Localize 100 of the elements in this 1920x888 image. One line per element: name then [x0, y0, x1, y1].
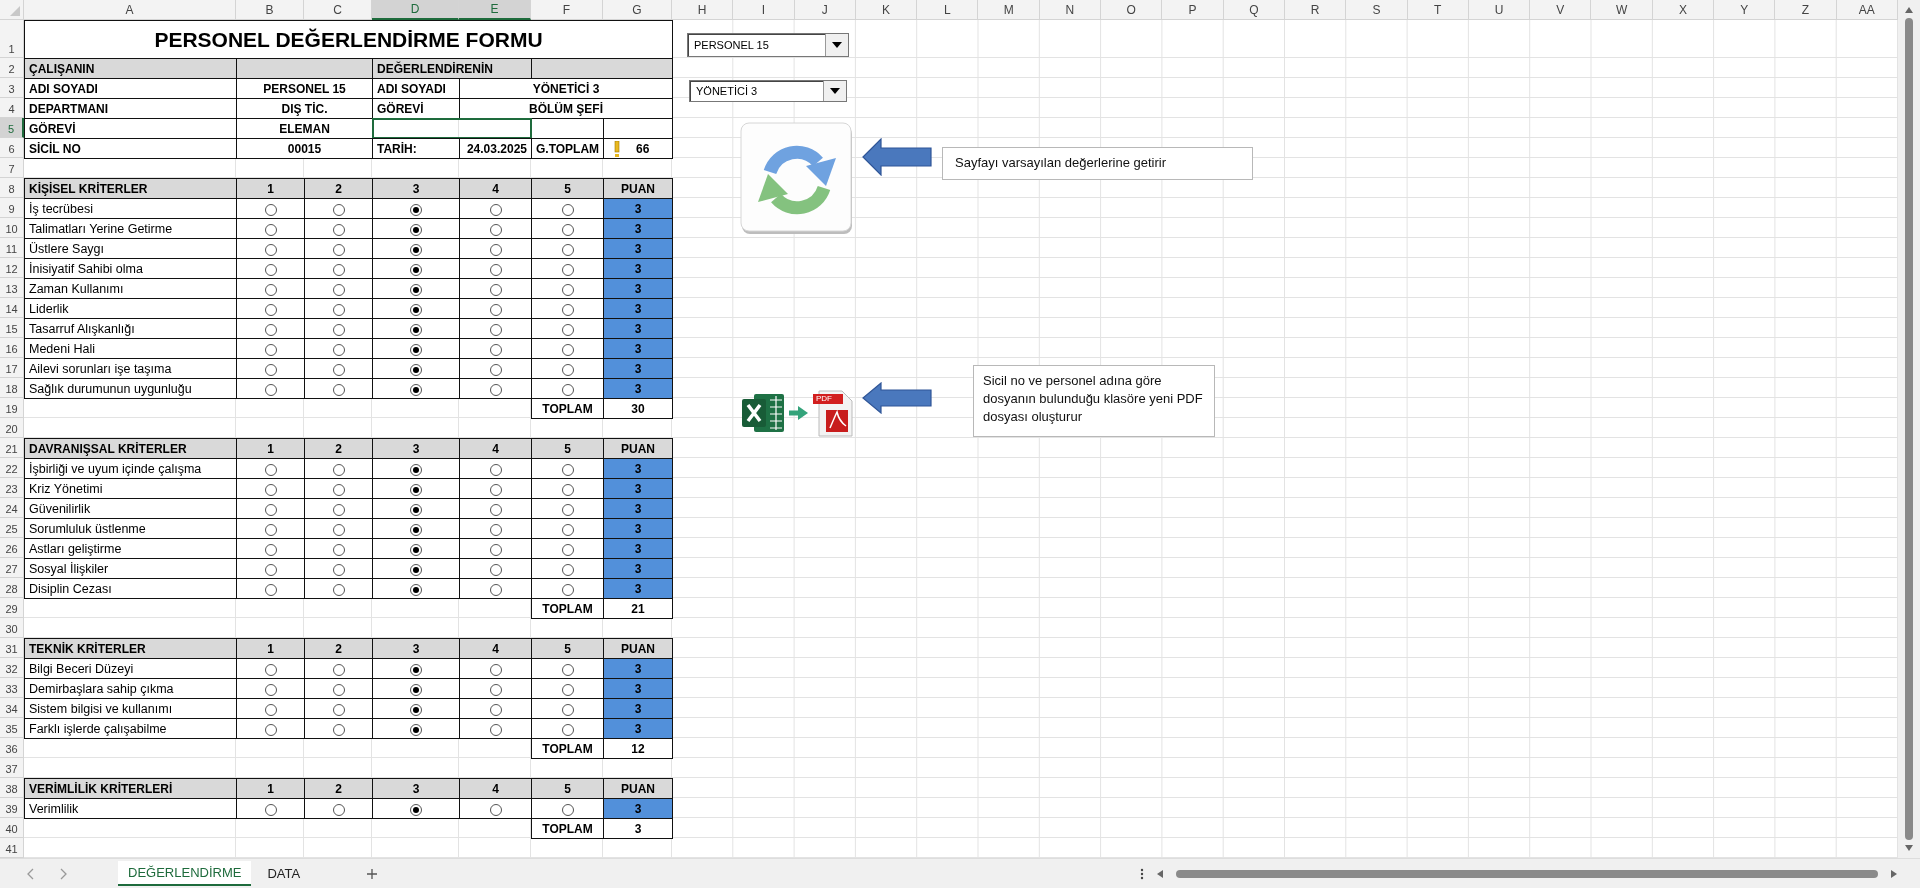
scroll-down-icon[interactable]: [1904, 844, 1914, 852]
radio-button[interactable]: [410, 363, 422, 376]
radio-button[interactable]: [332, 383, 345, 396]
radio-button[interactable]: [332, 563, 345, 576]
radio-button[interactable]: [264, 323, 277, 336]
radio-button[interactable]: [410, 523, 422, 536]
row-header[interactable]: 33: [0, 678, 24, 698]
row-header[interactable]: 20: [0, 418, 24, 438]
row-header[interactable]: 41: [0, 838, 24, 858]
row-header[interactable]: 9: [0, 198, 24, 218]
radio-button[interactable]: [332, 483, 345, 496]
radio-button[interactable]: [489, 323, 502, 336]
row-header[interactable]: 27: [0, 558, 24, 578]
radio-button[interactable]: [410, 543, 422, 556]
radio-button[interactable]: [489, 203, 502, 216]
radio-button[interactable]: [332, 243, 345, 256]
radio-button[interactable]: [561, 543, 574, 556]
row-header[interactable]: 19: [0, 398, 24, 418]
radio-button[interactable]: [561, 303, 574, 316]
radio-button[interactable]: [264, 703, 277, 716]
radio-button[interactable]: [264, 243, 277, 256]
radio-button[interactable]: [561, 203, 574, 216]
row-header[interactable]: 4: [0, 98, 24, 118]
column-header[interactable]: A: [24, 0, 236, 20]
radio-button[interactable]: [561, 503, 574, 516]
radio-button[interactable]: [489, 803, 502, 816]
column-header[interactable]: V: [1530, 0, 1592, 20]
radio-button[interactable]: [332, 323, 345, 336]
radio-button[interactable]: [264, 363, 277, 376]
column-header[interactable]: T: [1407, 0, 1469, 20]
column-header[interactable]: X: [1652, 0, 1715, 20]
radio-button[interactable]: [410, 343, 422, 356]
radio-button[interactable]: [489, 483, 502, 496]
radio-button[interactable]: [410, 263, 422, 276]
radio-button[interactable]: [410, 683, 422, 696]
radio-button[interactable]: [264, 203, 277, 216]
radio-button[interactable]: [332, 683, 345, 696]
column-header[interactable]: P: [1162, 0, 1224, 20]
radio-button[interactable]: [561, 323, 574, 336]
radio-button[interactable]: [561, 583, 574, 596]
row-header[interactable]: 11: [0, 238, 24, 258]
radio-button[interactable]: [264, 343, 277, 356]
row-header[interactable]: 37: [0, 758, 24, 778]
column-header[interactable]: C: [304, 0, 372, 20]
radio-button[interactable]: [264, 543, 277, 556]
row-header[interactable]: 25: [0, 518, 24, 538]
radio-button[interactable]: [410, 483, 422, 496]
sheet-tab[interactable]: DATA: [257, 861, 311, 886]
column-header[interactable]: L: [917, 0, 979, 20]
radio-button[interactable]: [561, 383, 574, 396]
row-header[interactable]: 22: [0, 458, 24, 478]
row-header[interactable]: 2: [0, 58, 24, 78]
column-header[interactable]: Z: [1775, 0, 1837, 20]
row-header[interactable]: 40: [0, 818, 24, 838]
column-header[interactable]: U: [1468, 0, 1531, 20]
radio-button[interactable]: [561, 463, 574, 476]
radio-button[interactable]: [332, 543, 345, 556]
column-header[interactable]: N: [1039, 0, 1102, 20]
scroll-up-icon[interactable]: [1904, 6, 1914, 14]
column-header[interactable]: J: [794, 0, 856, 20]
radio-button[interactable]: [489, 463, 502, 476]
radio-button[interactable]: [489, 663, 502, 676]
radio-button[interactable]: [264, 263, 277, 276]
warning-icon[interactable]: [614, 140, 620, 157]
radio-button[interactable]: [264, 483, 277, 496]
scroll-left-icon[interactable]: [1156, 868, 1164, 879]
row-header[interactable]: 34: [0, 698, 24, 718]
row-header[interactable]: 29: [0, 598, 24, 618]
row-header[interactable]: 32: [0, 658, 24, 678]
radio-button[interactable]: [264, 463, 277, 476]
row-header[interactable]: 14: [0, 298, 24, 318]
radio-button[interactable]: [264, 383, 277, 396]
radio-button[interactable]: [264, 723, 277, 736]
column-header[interactable]: S: [1346, 0, 1408, 20]
row-header[interactable]: 31: [0, 638, 24, 658]
radio-button[interactable]: [410, 203, 422, 216]
column-header[interactable]: H: [672, 0, 734, 20]
radio-button[interactable]: [332, 203, 345, 216]
radio-button[interactable]: [489, 563, 502, 576]
radio-button[interactable]: [489, 583, 502, 596]
radio-button[interactable]: [410, 283, 422, 296]
add-sheet-icon[interactable]: [366, 867, 379, 880]
radio-button[interactable]: [561, 483, 574, 496]
column-header[interactable]: G: [603, 0, 672, 20]
radio-button[interactable]: [561, 803, 574, 816]
radio-button[interactable]: [410, 303, 422, 316]
radio-button[interactable]: [561, 683, 574, 696]
column-header[interactable]: AA: [1836, 0, 1898, 20]
horizontal-scrollbar[interactable]: [1156, 868, 1898, 879]
column-header[interactable]: I: [733, 0, 795, 20]
radio-button[interactable]: [332, 223, 345, 236]
radio-button[interactable]: [332, 283, 345, 296]
radio-button[interactable]: [410, 223, 422, 236]
column-header[interactable]: B: [236, 0, 304, 20]
refresh-icon[interactable]: [740, 122, 854, 236]
radio-button[interactable]: [332, 463, 345, 476]
radio-button[interactable]: [489, 723, 502, 736]
radio-button[interactable]: [410, 463, 422, 476]
row-header[interactable]: 30: [0, 618, 24, 638]
radio-button[interactable]: [264, 563, 277, 576]
